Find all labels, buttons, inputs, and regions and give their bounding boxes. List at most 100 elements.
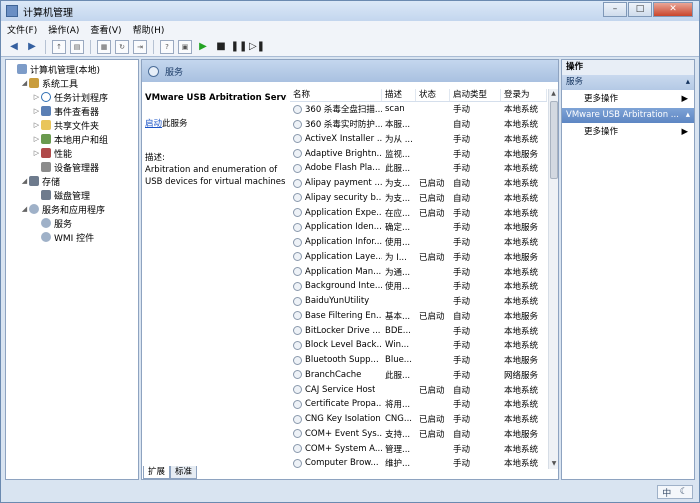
tree-node[interactable]: ◢ 服务和应用程序 [6,202,138,216]
more-actions-service[interactable]: 更多操作 ▶ [562,123,694,141]
start-service-icon[interactable]: ▶ [196,40,210,54]
tab-extended[interactable]: 扩展 [143,466,171,479]
service-log-on-as: 本地系统 [504,282,539,293]
tree-node[interactable]: ▷ 性能 [6,146,138,160]
tree-node[interactable]: ▷ 本地用户和组 [6,132,138,146]
expand-arrow-icon[interactable]: ▷ [32,149,41,157]
column-startup-type[interactable]: 启动类型 [450,89,501,101]
service-status: 已启动 [419,311,445,322]
service-startup-type: 手动 [453,238,471,249]
scroll-down-icon[interactable]: ▼ [549,459,559,469]
table-row[interactable]: Adaptive Brightn... 监视... 手动 本地服务 [290,146,547,161]
table-row[interactable]: CAJ Service Host 已启动 自动 本地系统 [290,382,547,397]
column-log-on-as[interactable]: 登录为 [501,89,547,101]
menu-view[interactable]: 查看(V) [90,23,121,36]
table-row[interactable]: Certificate Propa... 将用... 手动 本地系统 [290,397,547,412]
table-row[interactable]: CNG Key Isolation CNG... 已启动 手动 本地系统 [290,412,547,427]
minimize-button[interactable]: – [603,2,627,17]
tree-node[interactable]: 设备管理器 [6,160,138,174]
help-icon[interactable]: ? [160,39,174,54]
table-row[interactable]: BaiduYunUtility 手动 本地系统 [290,294,547,309]
menu-action[interactable]: 操作(A) [48,23,79,36]
actions-section-selected-service[interactable]: VMware USB Arbitration ... ▴ [562,108,694,123]
menu-help[interactable]: 帮助(H) [133,23,165,36]
tree-node[interactable]: ◢ 系统工具 [6,76,138,90]
properties-icon[interactable]: ▦ [97,39,111,54]
expand-arrow-icon[interactable]: ▷ [32,121,41,129]
expand-arrow-icon[interactable]: ▷ [32,93,41,101]
column-name[interactable]: 名称 [290,89,382,101]
refresh-icon[interactable]: ↻ [115,39,129,54]
title-bar[interactable]: 计算机管理 – □ ✕ [1,1,699,21]
tree-node[interactable]: 服务 [6,216,138,230]
show-hide-tree-icon[interactable]: ▤ [70,39,84,54]
table-row[interactable]: Alipay payment ... 为支... 已启动 自动 本地系统 [290,176,547,191]
table-row[interactable]: COM+ System A... 管理... 手动 本地系统 [290,441,547,456]
up-folder-icon[interactable]: ↑ [52,39,66,54]
export-list-icon[interactable]: ⇥ [133,39,147,54]
expand-arrow-icon[interactable]: ◢ [20,177,29,185]
expand-arrow-icon[interactable]: ▷ [32,135,41,143]
pause-service-icon[interactable]: ❚❚ [231,40,248,54]
table-row[interactable]: COM+ Event Sys... 支持... 已启动 自动 本地服务 [290,427,547,442]
service-name-cell: Application Infor... [290,237,382,247]
tree-node[interactable]: 计算机管理(本地) [6,62,138,76]
table-row[interactable]: Application Infor... 使用... 手动 本地系统 [290,235,547,250]
table-row[interactable]: Adobe Flash Pla... 此服... 手动 本地系统 [290,161,547,176]
tree-node[interactable]: ▷ 共享文件夹 [6,118,138,132]
table-row[interactable]: Application Man... 为通... 手动 本地系统 [290,264,547,279]
back-arrow-icon[interactable]: ◀ [7,40,21,54]
service-status: 已启动 [419,429,445,440]
scrollbar-thumb[interactable] [550,101,558,179]
service-name: Background Inte... [305,281,382,292]
table-row[interactable]: BranchCache 此服... 手动 网络服务 [290,368,547,383]
table-row[interactable]: BitLocker Drive ... BDE... 手动 本地系统 [290,323,547,338]
actions-section-services[interactable]: 服务 ▴ [562,75,694,90]
service-log-on-as: 本地系统 [504,105,539,116]
table-row[interactable]: Background Inte... 使用... 手动 本地系统 [290,279,547,294]
expand-arrow-icon[interactable]: ▷ [32,107,41,115]
stop-service-icon[interactable]: ■ [214,40,228,54]
table-row[interactable]: Application Iden... 确定... 手动 本地服务 [290,220,547,235]
service-startup-type: 手动 [453,400,471,411]
expand-arrow-icon[interactable]: ◢ [20,79,29,87]
forward-arrow-icon[interactable]: ▶ [25,40,39,54]
table-row[interactable]: 360 杀毒全盘扫描... scan 手动 本地系统 [290,102,547,117]
collapse-arrow-icon[interactable]: ▴ [686,75,690,90]
column-status[interactable]: 状态 [416,89,450,101]
scroll-up-icon[interactable]: ▲ [549,89,558,99]
restart-service-icon[interactable]: ▷❚ [249,40,265,54]
menu-bar: 文件(F) 操作(A) 查看(V) 帮助(H) [1,21,699,37]
more-actions-services[interactable]: 更多操作 ▶ [562,90,694,108]
menu-file[interactable]: 文件(F) [7,23,37,36]
ime-indicator[interactable]: 中 ☾ [657,485,693,499]
ime-language: 中 [662,488,672,499]
services-rows: 360 杀毒全盘扫描... scan 手动 本地系统 360 杀毒实时防护... 本服..… [290,102,547,469]
table-row[interactable]: Alipay security b... 为支... 已启动 自动 本地系统 [290,191,547,206]
table-row[interactable]: 360 杀毒实时防护... 本服... 自动 本地系统 [290,117,547,132]
collapse-arrow-icon[interactable]: ▴ [686,108,690,123]
service-startup-type: 手动 [453,415,471,426]
table-row[interactable]: ActiveX Installer ... 为从 ... 手动 本地系统 [290,132,547,147]
tab-standard[interactable]: 标准 [170,466,198,479]
maximize-button[interactable]: □ [628,2,652,17]
show-action-pane-icon[interactable]: ▣ [178,39,192,54]
service-status: 已启动 [419,415,445,426]
expand-arrow-icon[interactable]: ◢ [20,205,29,213]
tree-node[interactable]: ▷ 事件查看器 [6,104,138,118]
toolbar: ◀ ▶ ↑ ▤ ▦ ↻ ⇥ ? ▣ ▶ ■ ❚❚ ▷❚ [1,37,699,57]
table-row[interactable]: Computer Brow... 维护... 手动 本地系统 [290,456,547,469]
table-row[interactable]: Application Laye... 为 I... 已启动 手动 本地服务 [290,250,547,265]
column-description[interactable]: 描述 [382,89,416,101]
tree-node[interactable]: 磁盘管理 [6,188,138,202]
tree-node[interactable]: ◢ 存储 [6,174,138,188]
table-row[interactable]: Application Expe... 在应... 已启动 手动 本地系统 [290,205,547,220]
table-row[interactable]: Bluetooth Supp... Blue... 手动 本地服务 [290,353,547,368]
tree-node[interactable]: ▷ 任务计划程序 [6,90,138,104]
services-scrollbar[interactable]: ▲ ▼ [548,89,558,469]
close-button[interactable]: ✕ [653,2,693,17]
table-row[interactable]: Base Filtering En... 基本... 已启动 自动 本地服务 [290,309,547,324]
tree-node[interactable]: WMI 控件 [6,230,138,244]
table-row[interactable]: Block Level Back... Win... 手动 本地系统 [290,338,547,353]
start-service-link[interactable]: 启动 [145,119,162,129]
